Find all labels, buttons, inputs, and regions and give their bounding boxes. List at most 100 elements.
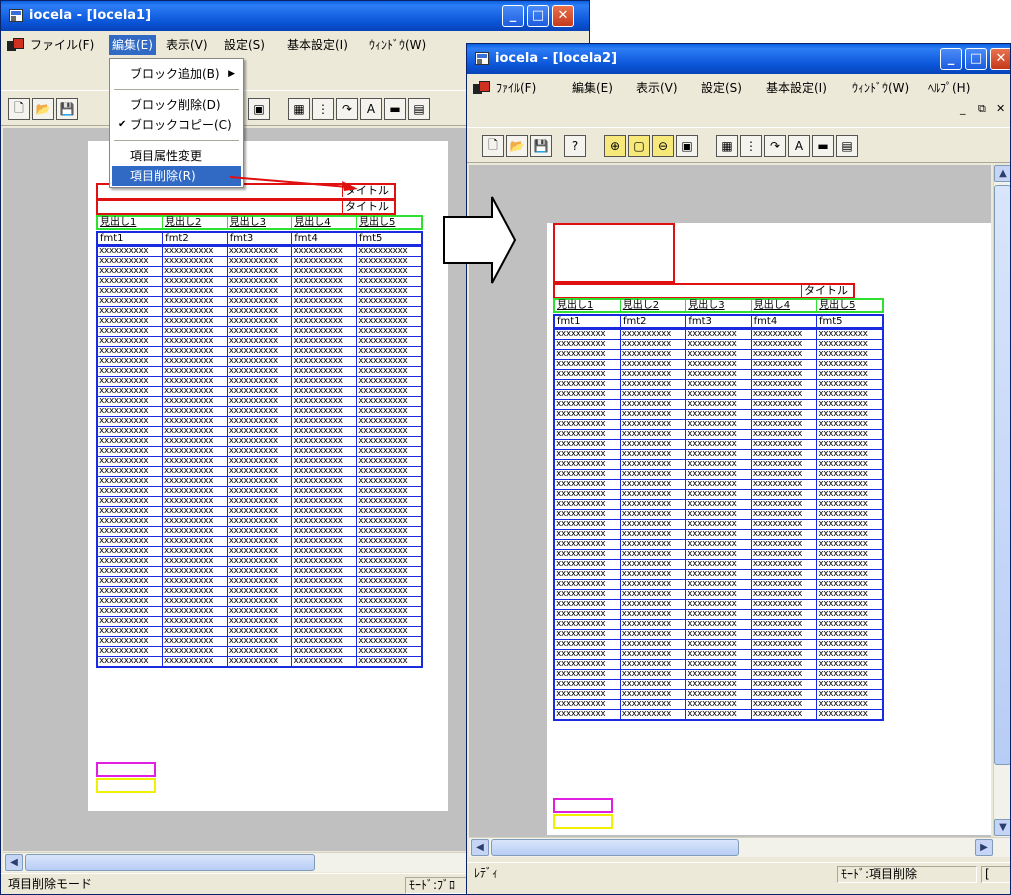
data-cell[interactable]: xxxxxxxxxx <box>685 529 752 540</box>
header-cell[interactable]: 見出し2 <box>161 215 228 230</box>
footer-block-yellow[interactable] <box>96 778 156 793</box>
data-cell[interactable]: xxxxxxxxxx <box>226 376 293 387</box>
data-cell[interactable]: xxxxxxxxxx <box>553 399 621 410</box>
data-cell[interactable]: xxxxxxxxxx <box>356 626 423 637</box>
data-cell[interactable]: xxxxxxxxxx <box>161 476 228 487</box>
data-cell[interactable]: xxxxxxxxxx <box>161 456 228 467</box>
data-cell[interactable]: xxxxxxxxxx <box>750 389 818 400</box>
data-cell[interactable]: xxxxxxxxxx <box>291 526 358 537</box>
data-cell[interactable]: xxxxxxxxxx <box>291 586 358 597</box>
help-icon[interactable]: ? <box>564 135 586 157</box>
data-cell[interactable]: xxxxxxxxxx <box>291 266 358 277</box>
data-cell[interactable]: xxxxxxxxxx <box>685 419 752 430</box>
data-cell[interactable]: xxxxxxxxxx <box>291 436 358 447</box>
zoom-out-icon[interactable]: ⊖ <box>652 135 674 157</box>
data-cell[interactable]: xxxxxxxxxx <box>685 659 752 670</box>
data-cell[interactable]: xxxxxxxxxx <box>96 366 163 377</box>
data-cell[interactable]: xxxxxxxxxx <box>226 626 293 637</box>
data-cell[interactable]: xxxxxxxxxx <box>750 328 818 340</box>
data-cell[interactable]: xxxxxxxxxx <box>816 549 884 560</box>
header-cell[interactable]: 見出し3 <box>685 298 752 313</box>
data-cell[interactable]: xxxxxxxxxx <box>356 436 423 447</box>
form-icon[interactable]: ▤ <box>408 98 430 120</box>
data-cell[interactable]: xxxxxxxxxx <box>291 286 358 297</box>
data-block[interactable]: xxxxxxxxxx xxxxxxxxxx xxxxxxxxxx xxxxxxxxxx… <box>553 328 884 721</box>
data-cell[interactable]: xxxxxxxxxx <box>96 326 163 337</box>
data-cell[interactable]: xxxxxxxxxx <box>161 316 228 327</box>
data-cell[interactable]: xxxxxxxxxx <box>619 359 687 370</box>
menu-edit[interactable]: 編集(E) <box>569 78 616 98</box>
data-cell[interactable]: xxxxxxxxxx <box>750 369 818 380</box>
data-cell[interactable]: xxxxxxxxxx <box>161 626 228 637</box>
data-cell[interactable]: xxxxxxxxxx <box>96 526 163 537</box>
data-cell[interactable]: xxxxxxxxxx <box>226 386 293 397</box>
minimize-icon[interactable]: _ <box>940 48 962 70</box>
data-cell[interactable]: xxxxxxxxxx <box>750 419 818 430</box>
data-cell[interactable]: xxxxxxxxxx <box>619 619 687 630</box>
data-cell[interactable]: xxxxxxxxxx <box>750 359 818 370</box>
data-cell[interactable]: xxxxxxxxxx <box>96 376 163 387</box>
data-cell[interactable]: xxxxxxxxxx <box>750 569 818 580</box>
data-cell[interactable]: xxxxxxxxxx <box>161 516 228 527</box>
data-cell[interactable]: xxxxxxxxxx <box>685 399 752 410</box>
data-cell[interactable]: xxxxxxxxxx <box>226 476 293 487</box>
data-cell[interactable]: xxxxxxxxxx <box>291 386 358 397</box>
data-cell[interactable]: xxxxxxxxxx <box>356 516 423 527</box>
data-cell[interactable]: xxxxxxxxxx <box>619 589 687 600</box>
grid-icon[interactable]: ▦ <box>288 98 310 120</box>
scroll-thumb[interactable] <box>994 185 1010 765</box>
data-cell[interactable]: xxxxxxxxxx <box>96 646 163 657</box>
data-cell[interactable]: xxxxxxxxxx <box>96 286 163 297</box>
data-cell[interactable]: xxxxxxxxxx <box>553 679 621 690</box>
data-cell[interactable]: xxxxxxxxxx <box>619 669 687 680</box>
scroll-thumb[interactable] <box>25 854 315 871</box>
data-cell[interactable]: xxxxxxxxxx <box>553 669 621 680</box>
data-cell[interactable]: xxxxxxxxxx <box>226 586 293 597</box>
data-cell[interactable]: xxxxxxxxxx <box>816 429 884 440</box>
scroll-left-icon[interactable]: ◀ <box>471 839 489 856</box>
data-cell[interactable]: xxxxxxxxxx <box>96 466 163 477</box>
data-cell[interactable]: xxxxxxxxxx <box>161 426 228 437</box>
data-cell[interactable]: xxxxxxxxxx <box>619 499 687 510</box>
menu-help[interactable]: ﾍﾙﾌﾟ(H) <box>925 78 973 98</box>
format-row[interactable]: fmt1 fmt2 fmt3 fmt4 fmt5 <box>96 231 423 245</box>
data-cell[interactable]: xxxxxxxxxx <box>685 559 752 570</box>
mdi-restore-icon[interactable]: ⧉ <box>975 99 989 119</box>
format-cell[interactable]: fmt4 <box>291 231 357 245</box>
image-block[interactable] <box>553 223 675 283</box>
mdi-doc-icon[interactable] <box>473 81 490 95</box>
data-cell[interactable]: xxxxxxxxxx <box>226 546 293 557</box>
data-cell[interactable]: xxxxxxxxxx <box>619 439 687 450</box>
data-cell[interactable]: xxxxxxxxxx <box>750 509 818 520</box>
data-cell[interactable]: xxxxxxxxxx <box>619 479 687 490</box>
data-cell[interactable]: xxxxxxxxxx <box>553 439 621 450</box>
data-cell[interactable]: xxxxxxxxxx <box>356 406 423 417</box>
data-cell[interactable]: xxxxxxxxxx <box>226 346 293 357</box>
menu-settings[interactable]: 設定(S) <box>698 78 745 98</box>
data-cell[interactable]: xxxxxxxxxx <box>619 539 687 550</box>
data-cell[interactable]: xxxxxxxxxx <box>226 566 293 577</box>
rotate-icon[interactable]: ↷ <box>336 98 358 120</box>
format-cell[interactable]: fmt5 <box>355 231 423 245</box>
scroll-left-icon[interactable]: ◀ <box>5 854 23 871</box>
data-cell[interactable]: xxxxxxxxxx <box>161 266 228 277</box>
data-cell[interactable]: xxxxxxxxxx <box>750 609 818 620</box>
window2-titlebar[interactable]: iocela - [Iocela2] _ □ ✕ <box>467 44 1010 74</box>
data-cell[interactable]: xxxxxxxxxx <box>619 409 687 420</box>
data-cell[interactable]: xxxxxxxxxx <box>619 379 687 390</box>
data-cell[interactable]: xxxxxxxxxx <box>291 456 358 467</box>
data-cell[interactable]: xxxxxxxxxx <box>553 349 621 360</box>
data-cell[interactable]: xxxxxxxxxx <box>291 496 358 507</box>
data-cell[interactable]: xxxxxxxxxx <box>750 479 818 490</box>
data-cell[interactable]: xxxxxxxxxx <box>553 328 621 340</box>
data-cell[interactable]: xxxxxxxxxx <box>816 599 884 610</box>
header-cell[interactable]: 見出し1 <box>553 298 621 313</box>
data-cell[interactable]: xxxxxxxxxx <box>161 276 228 287</box>
data-cell[interactable]: xxxxxxxxxx <box>96 556 163 567</box>
data-cell[interactable]: xxxxxxxxxx <box>291 376 358 387</box>
data-cell[interactable]: xxxxxxxxxx <box>356 346 423 357</box>
data-cell[interactable]: xxxxxxxxxx <box>619 579 687 590</box>
scroll-thumb[interactable] <box>491 839 739 856</box>
data-cell[interactable]: xxxxxxxxxx <box>226 516 293 527</box>
data-cell[interactable]: xxxxxxxxxx <box>96 476 163 487</box>
